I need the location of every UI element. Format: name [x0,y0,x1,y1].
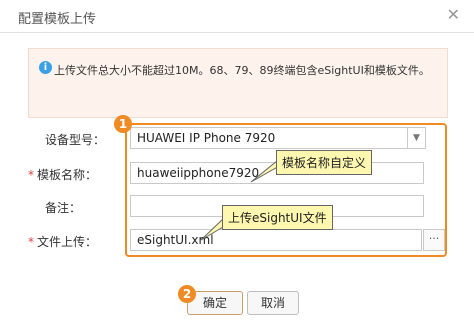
dialog-title: 配置模板上传 [18,12,97,27]
notice-text: 上传文件总大小不能超过10M。68、79、89终端包含eSightUI和模板文件… [54,64,430,77]
close-icon[interactable]: ✕ [447,7,460,23]
file-upload-label-text: 文件上传： [37,235,98,249]
file-upload-label: * 文件上传： [28,233,97,250]
step-1-marker: 1 [114,115,132,133]
model-label: 设备型号： [45,133,106,147]
callout-upload-file: 上传eSightUI文件 [222,205,333,230]
required-mark: * [28,235,34,249]
required-mark: * [28,168,34,182]
template-name-label: * 模板名称： [28,166,97,183]
info-icon: i [39,61,52,74]
template-name-label-text: 模板名称： [37,168,98,182]
remark-label: 备注： [45,201,82,215]
upload-config-dialog: 配置模板上传 ✕ i 上传文件总大小不能超过10M。68、79、89终端包含eS… [0,0,474,324]
form-highlight-box [125,123,447,257]
step-2-marker: 2 [178,285,196,303]
info-notice: i 上传文件总大小不能超过10M。68、79、89终端包含eSightUI和模板… [28,48,448,118]
callout-template-name: 模板名称自定义 [276,150,373,175]
dialog-titlebar: 配置模板上传 ✕ [0,0,474,33]
cancel-button[interactable]: 取消 [247,291,299,315]
